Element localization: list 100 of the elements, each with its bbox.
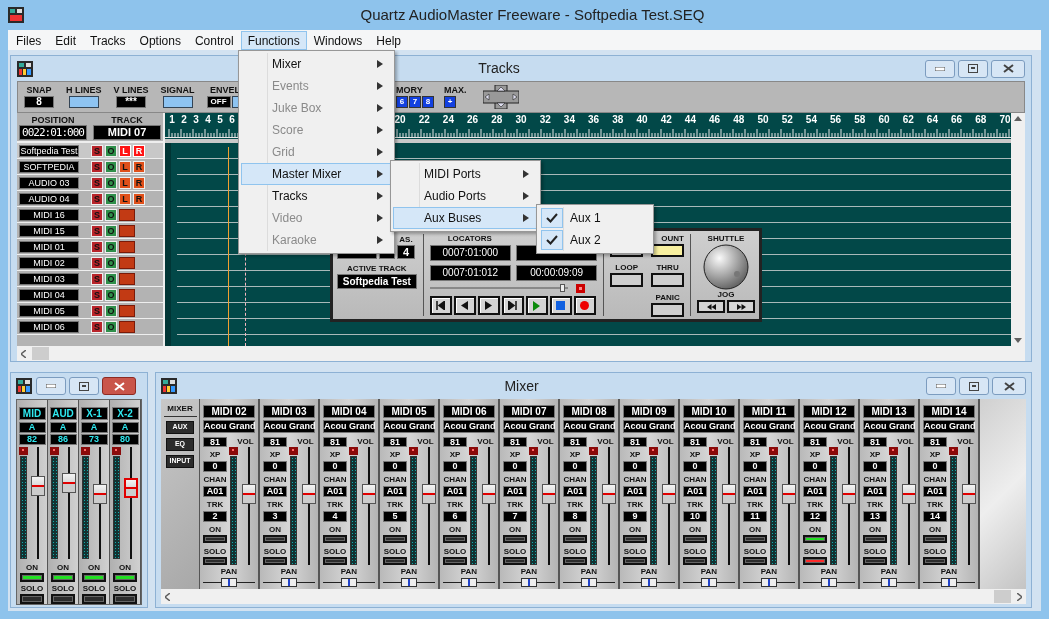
direction-pad-icon[interactable] <box>482 85 519 109</box>
memory-button[interactable]: 7 <box>409 96 421 108</box>
maximize-button[interactable] <box>958 59 988 78</box>
mute-button[interactable]: O <box>105 256 117 269</box>
menu[interactable]: Functions <box>240 30 307 50</box>
mute-button[interactable]: O <box>105 320 117 333</box>
on-button[interactable] <box>20 572 44 583</box>
thru-button[interactable] <box>651 273 684 287</box>
fader-handle[interactable] <box>962 484 976 505</box>
switch-button[interactable]: OFF <box>206 96 231 108</box>
memory-button[interactable]: 6 <box>396 96 408 108</box>
solo-button[interactable] <box>443 557 467 565</box>
channel-button[interactable]: L <box>119 160 131 173</box>
solo-button[interactable] <box>743 557 767 565</box>
menu[interactable]: Help <box>369 30 409 50</box>
memory-button[interactable]: 8 <box>422 96 434 108</box>
channel-button[interactable]: R <box>133 144 145 157</box>
pan-handle[interactable] <box>881 578 897 587</box>
panic-button[interactable] <box>651 303 684 317</box>
solo-button[interactable]: S <box>91 288 103 301</box>
position-handle[interactable] <box>560 284 566 292</box>
pan-slider[interactable] <box>923 578 975 587</box>
channel-button[interactable]: R <box>133 192 145 205</box>
mute-button[interactable]: O <box>105 192 117 205</box>
pan-slider[interactable] <box>743 578 795 587</box>
mute-button[interactable]: O <box>105 144 117 157</box>
on-button[interactable] <box>82 572 106 583</box>
pan-handle[interactable] <box>221 578 237 587</box>
channel-button[interactable]: L <box>119 144 131 157</box>
on-button[interactable] <box>113 572 137 583</box>
channel-button[interactable]: R <box>133 160 145 173</box>
track-row[interactable]: MIDI 04 S O <box>17 287 163 303</box>
fader-handle[interactable] <box>124 478 138 499</box>
shuttle-knob[interactable] <box>703 244 749 290</box>
pan-slider[interactable] <box>323 578 375 587</box>
pan-slider[interactable] <box>863 578 915 587</box>
scroll-thumb[interactable] <box>994 590 1011 603</box>
maximize-button[interactable] <box>69 377 99 395</box>
track-row[interactable]: SOFTPEDIA S O L R <box>17 159 163 175</box>
toggle-button[interactable] <box>68 96 99 108</box>
solo-button[interactable] <box>51 594 75 604</box>
pan-slider[interactable] <box>563 578 615 587</box>
solo-button[interactable]: S <box>91 224 103 237</box>
solo-button[interactable]: S <box>91 240 103 253</box>
fader-handle[interactable] <box>62 472 76 493</box>
solo-button[interactable] <box>863 557 887 565</box>
channel-button[interactable]: L <box>119 176 131 189</box>
jog-forward-button[interactable] <box>727 300 755 313</box>
menu[interactable]: Windows <box>306 30 370 50</box>
mute-button[interactable]: O <box>105 176 117 189</box>
pan-slider[interactable] <box>683 578 735 587</box>
pan-handle[interactable] <box>941 578 957 587</box>
pan-handle[interactable] <box>341 578 357 587</box>
maximize-button[interactable] <box>959 377 989 395</box>
go-to-start-button[interactable] <box>429 296 452 315</box>
fader-handle[interactable] <box>31 476 45 497</box>
mute-button[interactable]: O <box>105 304 117 317</box>
menu-item[interactable]: Aux 1 <box>539 207 651 229</box>
jog-back-button[interactable] <box>697 300 725 313</box>
solo-button[interactable] <box>803 557 827 565</box>
pan-slider[interactable] <box>623 578 675 587</box>
fader-handle[interactable] <box>362 484 376 505</box>
fader-handle[interactable] <box>602 484 616 505</box>
channel-button[interactable]: R <box>133 176 145 189</box>
solo-button[interactable]: S <box>91 208 103 221</box>
solo-button[interactable] <box>383 557 407 565</box>
horizontal-scrollbar[interactable] <box>17 346 1025 361</box>
pan-handle[interactable] <box>521 578 537 587</box>
menu-item[interactable]: MIDI Ports <box>393 163 538 185</box>
toggle-button[interactable] <box>162 96 193 108</box>
mute-button[interactable]: O <box>105 160 117 173</box>
on-button[interactable] <box>803 535 827 543</box>
mute-button[interactable]: O <box>105 272 117 285</box>
track-row[interactable]: AUDIO 04 S O L R <box>17 191 163 207</box>
solo-button[interactable] <box>203 557 227 565</box>
scroll-right-icon[interactable] <box>1017 592 1022 601</box>
pan-handle[interactable] <box>641 578 657 587</box>
solo-button[interactable] <box>263 557 287 565</box>
count-button[interactable] <box>651 244 684 257</box>
solo-button[interactable]: S <box>91 144 103 157</box>
close-button[interactable] <box>992 377 1026 395</box>
scroll-down-icon[interactable] <box>1014 338 1022 343</box>
fader-handle[interactable] <box>542 484 556 505</box>
solo-button[interactable] <box>82 594 106 604</box>
close-button[interactable] <box>102 377 136 395</box>
mute-button[interactable]: O <box>105 240 117 253</box>
go-to-end-button[interactable] <box>501 296 524 315</box>
fader-handle[interactable] <box>422 484 436 505</box>
solo-button[interactable] <box>563 557 587 565</box>
scroll-left-icon[interactable] <box>21 349 26 358</box>
close-button[interactable] <box>991 59 1025 78</box>
fader-handle[interactable] <box>662 484 676 505</box>
fader-handle[interactable] <box>93 483 107 504</box>
track-row[interactable]: MIDI 02 S O <box>17 255 163 271</box>
menu[interactable]: Tracks <box>83 30 133 50</box>
solo-button[interactable]: S <box>91 320 103 333</box>
forward-button[interactable] <box>477 296 500 315</box>
solo-button[interactable] <box>503 557 527 565</box>
menu-item[interactable]: Audio Ports <box>393 185 538 207</box>
solo-button[interactable]: S <box>91 160 103 173</box>
